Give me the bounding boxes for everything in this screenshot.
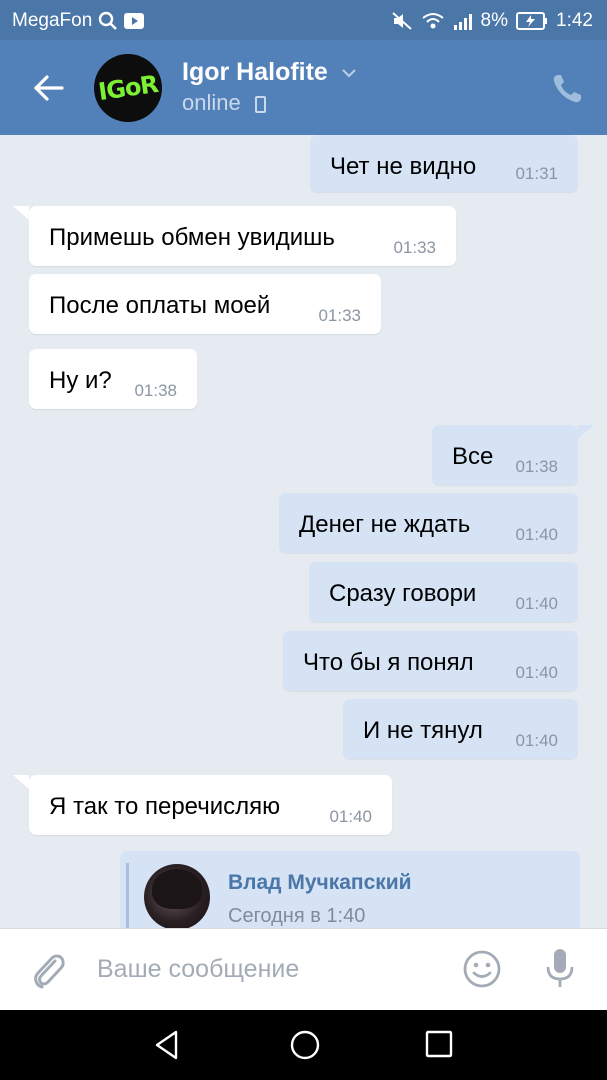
incoming-message[interactable]: Примешь обмен увидишь 01:33 (29, 206, 456, 266)
bubble-tail (578, 425, 594, 439)
battery-icon (516, 12, 548, 30)
phone-icon[interactable] (550, 72, 584, 106)
message-text: После оплаты моей (49, 292, 271, 319)
message-time: 01:31 (515, 164, 558, 183)
repost-bar (126, 863, 129, 928)
message-composer: Ваше сообщение (0, 928, 607, 1010)
back-arrow-icon[interactable] (30, 70, 66, 106)
video-icon (124, 13, 145, 29)
search-icon (99, 11, 118, 30)
message-time: 01:40 (515, 525, 558, 544)
wifi-icon (421, 13, 444, 29)
chevron-down-icon[interactable] (340, 64, 358, 82)
message-time: 01:40 (515, 731, 558, 750)
contact-status: online (182, 90, 241, 115)
outgoing-message[interactable]: Что бы я понял 01:40 (283, 631, 578, 691)
message-input[interactable]: Ваше сообщение (97, 955, 299, 984)
repost-author-name[interactable]: Влад Мучкапский (228, 871, 412, 895)
bubble-tail (13, 775, 29, 789)
message-time: 01:33 (318, 306, 361, 325)
message-text: Ну и? (49, 367, 112, 394)
mobile-device-icon (255, 96, 266, 113)
outgoing-message[interactable]: Все 01:38 (432, 425, 578, 485)
message-time: 01:38 (134, 381, 177, 400)
message-time: 01:33 (393, 238, 436, 257)
incoming-message[interactable]: После оплаты моей 01:33 (29, 274, 381, 334)
contact-name[interactable]: Igor Halofite (182, 58, 328, 87)
nav-back-icon[interactable] (150, 1027, 186, 1063)
avatar-logo: IGoR (96, 69, 160, 107)
message-text: Денег не ждать (299, 511, 471, 538)
clock: 1:42 (556, 10, 593, 31)
reposted-message[interactable]: Влад Мучкапский Сегодня в 1:40 (120, 851, 580, 928)
nav-recent-apps-icon[interactable] (424, 1029, 454, 1059)
bubble-tail (13, 206, 29, 220)
outgoing-message[interactable]: Денег не ждать 01:40 (279, 493, 578, 553)
status-bar-right: 8% 1:42 (391, 10, 593, 32)
message-text: Я так то перечисляю (49, 793, 281, 820)
mute-icon (391, 12, 412, 30)
message-time: 01:40 (515, 594, 558, 613)
repost-author-avatar[interactable] (144, 864, 210, 928)
message-text: Примешь обмен увидишь (49, 224, 335, 251)
avatar-image (152, 869, 202, 909)
message-list[interactable]: Чет не видно 01:31 Примешь обмен увидишь 01… (0, 135, 607, 928)
chat-header: IGoR Igor Halofite online (0, 40, 607, 135)
incoming-message[interactable]: Ну и? 01:38 (29, 349, 197, 409)
signal-icon (453, 14, 472, 30)
outgoing-message[interactable]: И не тянул 01:40 (343, 699, 578, 759)
status-bar-left: MegaFon (12, 10, 145, 32)
message-time: 01:40 (329, 807, 372, 826)
message-text: И не тянул (363, 717, 483, 744)
contact-avatar[interactable]: IGoR (94, 54, 162, 122)
message-text: Чет не видно (330, 153, 477, 180)
message-text: Что бы я понял (303, 649, 474, 676)
battery-percent: 8% (480, 10, 509, 31)
repost-date: Сегодня в 1:40 (228, 905, 366, 927)
message-text: Сразу говори (329, 580, 477, 607)
system-nav-bar (0, 1010, 607, 1080)
message-time: 01:38 (515, 457, 558, 476)
nav-home-icon[interactable] (288, 1028, 322, 1062)
carrier-name: MegaFon (12, 10, 93, 31)
message-text: Все (452, 443, 494, 470)
outgoing-message[interactable]: Чет не видно 01:31 (310, 135, 578, 192)
incoming-message[interactable]: Я так то перечисляю 01:40 (29, 775, 392, 835)
message-time: 01:40 (515, 663, 558, 682)
paperclip-icon[interactable] (28, 949, 68, 991)
smile-icon[interactable] (462, 949, 502, 989)
microphone-icon[interactable] (543, 947, 577, 991)
outgoing-message[interactable]: Сразу говори 01:40 (309, 562, 578, 622)
status-bar: MegaFon 8% 1:42 (0, 0, 607, 40)
